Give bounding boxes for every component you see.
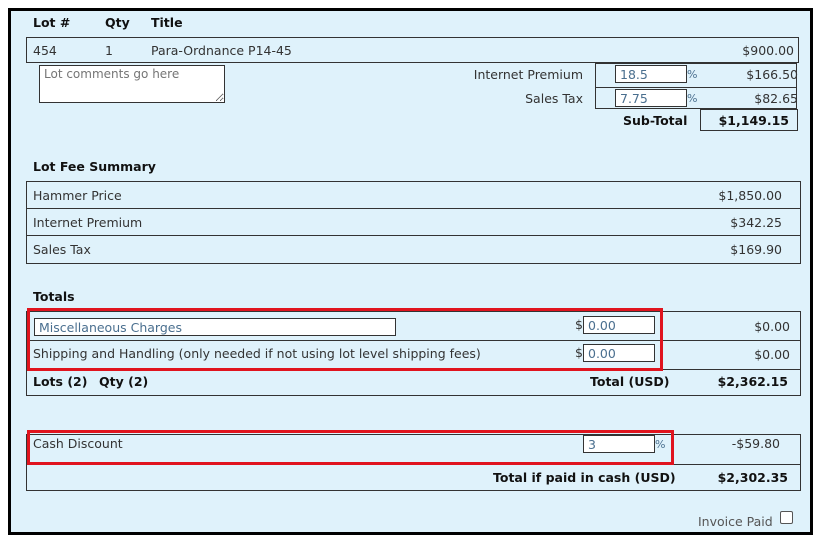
lot-row: 454 1 Para-Ordnance P14-45 $900.00 [26,37,799,63]
lot-qty: 1 [105,43,113,58]
qty-count: Qty (2) [99,374,149,389]
total-amount: $2,362.15 [717,374,788,389]
cash-total-amount: $2,302.35 [717,470,788,485]
internet-premium-percent-input[interactable] [615,65,687,83]
misc-charges-amount: $0.00 [754,319,790,334]
internet-premium-amount: $166.50 [746,67,798,82]
total-label: Total (USD) [590,374,670,389]
highlight-box-cash-discount [27,430,674,465]
lot-number-header: Lot # [33,15,71,30]
subtotal-label: Sub-Total [623,113,688,128]
fee-divider [27,235,800,236]
premium-percent-unit: % [687,68,698,81]
lot-comments-input[interactable] [39,65,225,103]
invoice-paid-label: Invoice Paid [698,514,773,529]
cash-total-label: Total if paid in cash (USD) [493,470,676,485]
lot-fee-summary-title: Lot Fee Summary [33,159,156,174]
lot-price: $900.00 [742,43,794,58]
sales-tax-amount: $82.65 [754,91,798,106]
fee-sales-tax-label: Sales Tax [33,242,91,257]
sales-tax-label: Sales Tax [525,91,583,106]
invoice-panel: Lot # Qty Title 454 1 Para-Ordnance P14-… [8,8,813,535]
internet-premium-label: Internet Premium [473,67,583,82]
fee-internet-premium-label: Internet Premium [33,215,143,230]
lot-number: 454 [33,43,57,58]
subtotal-box: $1,149.15 [700,109,798,131]
totals-title: Totals [33,289,75,304]
tax-percent-unit: % [687,92,698,105]
cash-discount-amount: -$59.80 [731,436,780,451]
lot-title: Para-Ordnance P14-45 [151,43,292,58]
fee-summary-table: Hammer Price $1,850.00 Internet Premium … [26,181,801,264]
qty-header: Qty [105,15,130,30]
hammer-price-amount: $1,850.00 [718,188,782,203]
sales-tax-percent-input[interactable] [615,89,687,107]
invoice-paid-checkbox[interactable] [780,511,793,524]
fee-internet-premium-amount: $342.25 [730,215,782,230]
highlight-box-charges [27,308,663,371]
fee-divider [27,208,800,209]
hammer-price-label: Hammer Price [33,188,122,203]
lots-count: Lots (2) [33,374,88,389]
subtotal-amount: $1,149.15 [718,113,789,128]
title-header: Title [151,15,183,30]
shipping-handling-amount: $0.00 [754,347,790,362]
fee-sales-tax-amount: $169.90 [730,242,782,257]
